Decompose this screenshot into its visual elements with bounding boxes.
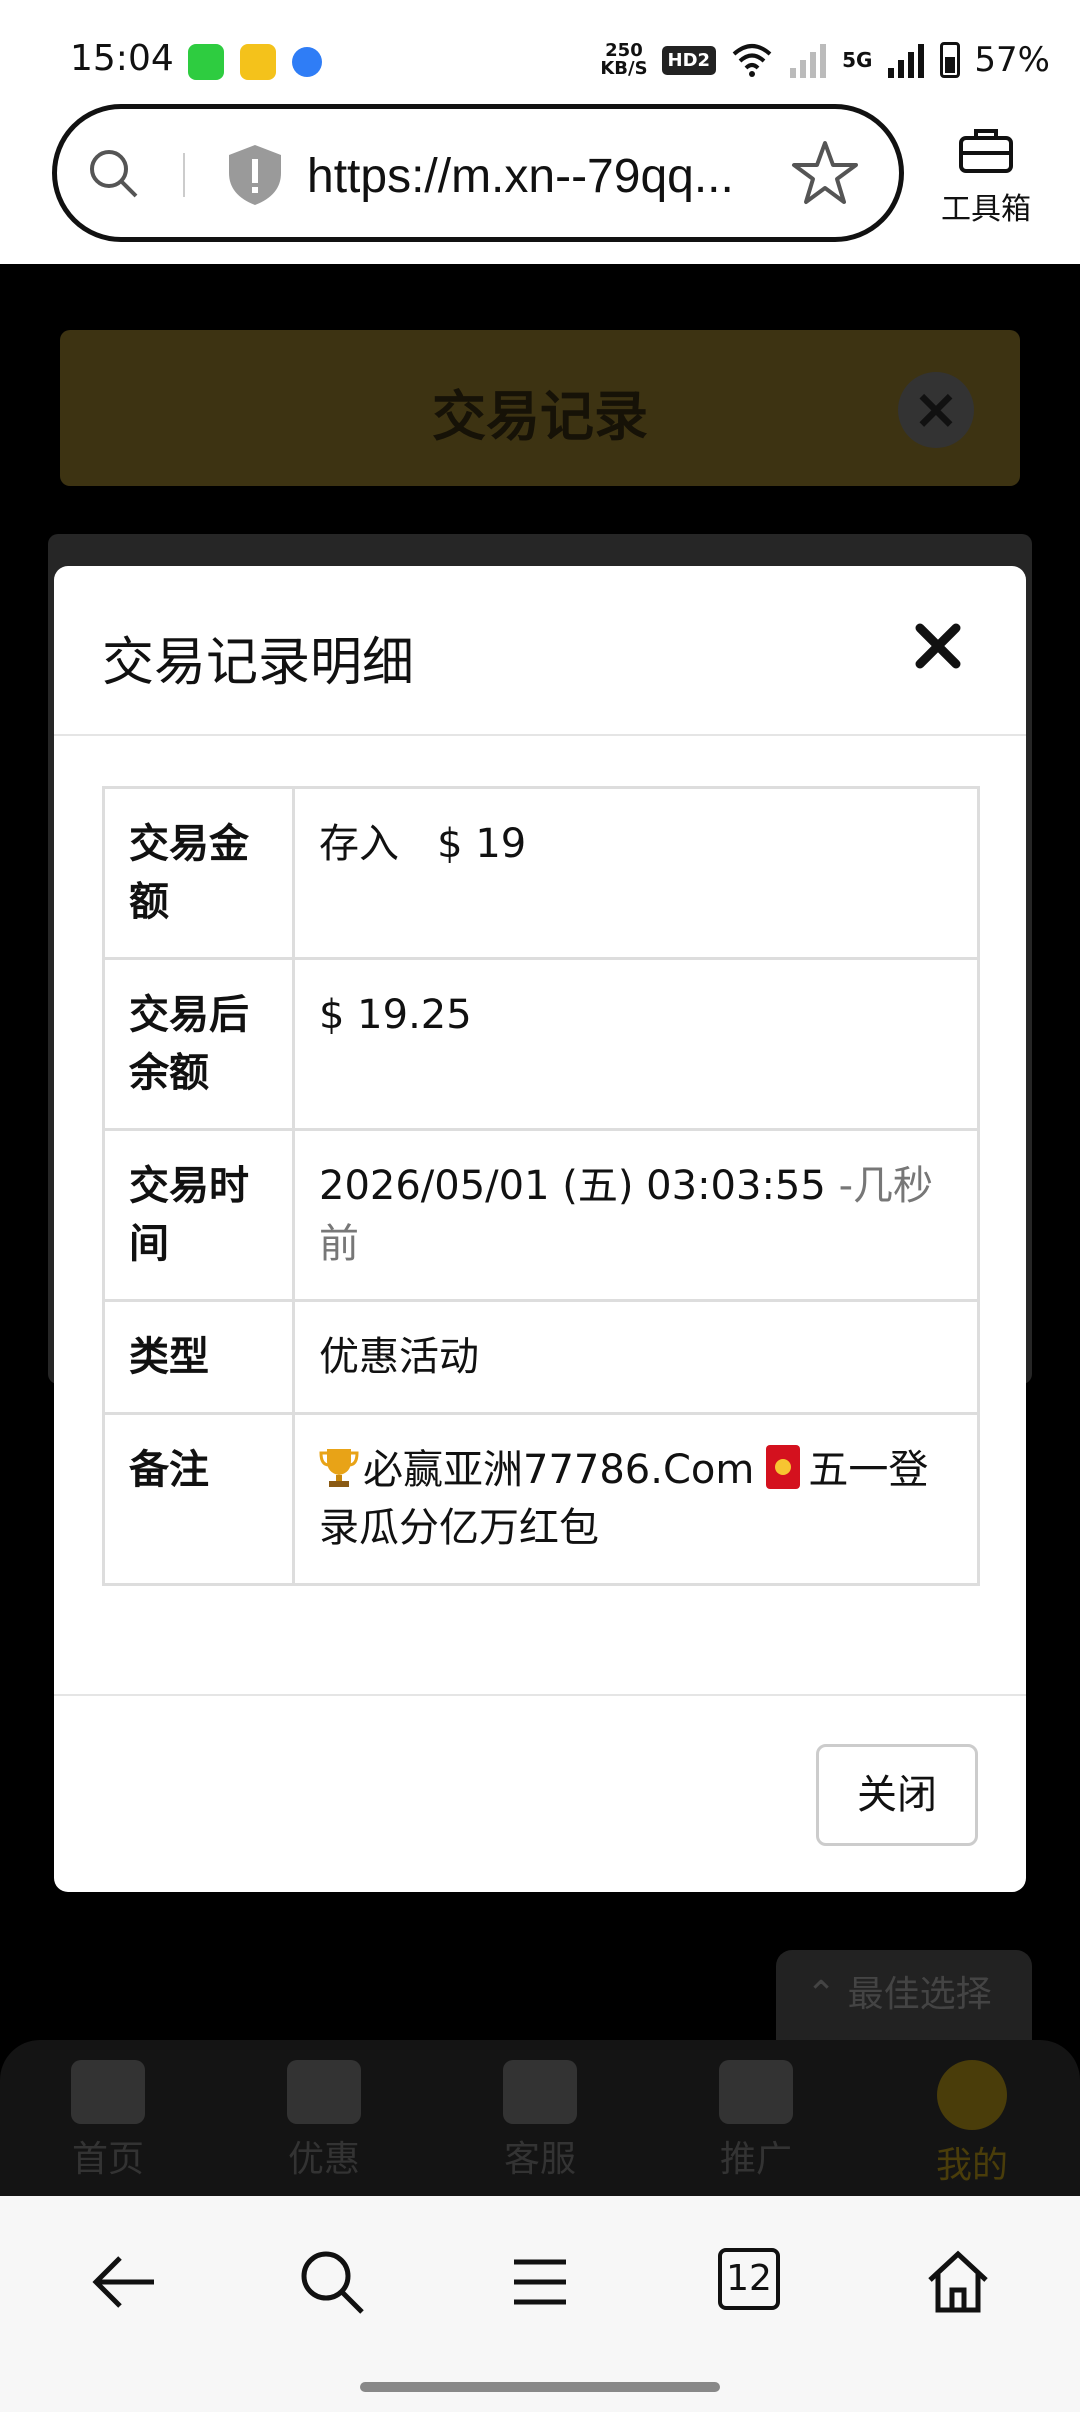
table-row: 备注 必赢亚洲77786.Com 五一登录瓜分亿万红包 — [102, 1412, 980, 1586]
toolbox-button[interactable]: 工具箱 — [936, 126, 1036, 228]
browser-bottom-bar: 12 — [0, 2196, 1080, 2412]
status-time: 15:04 — [70, 38, 174, 79]
modal-footer: 关闭 — [54, 1694, 1026, 1892]
wifi-icon — [732, 44, 772, 77]
battery-icon — [940, 42, 961, 78]
address-bar[interactable]: https://m.xn--79qq... — [52, 104, 904, 242]
nav-item-support: 客服 — [432, 2040, 648, 2196]
home-icon[interactable] — [922, 2246, 994, 2318]
network-type: 5G — [842, 48, 873, 72]
bookmark-star-icon[interactable] — [791, 139, 859, 207]
table-row: 交易后余额 $ 19.25 — [102, 957, 980, 1131]
note-value: 必赢亚洲77786.Com 五一登录瓜分亿万红包 — [292, 1412, 980, 1586]
user-icon — [937, 2060, 1007, 2130]
table-row: 类型 优惠活动 — [102, 1299, 980, 1415]
status-bar: 15:04 250 KB/S HD2 5G 57% — [0, 0, 1080, 96]
home-indicator — [360, 2382, 720, 2392]
balance-value: $ 19.25 — [292, 957, 980, 1131]
divider — [183, 153, 185, 197]
search-icon[interactable] — [87, 147, 139, 199]
table-row: 交易时间 2026/05/01 (五) 03:03:55 -几秒前 — [102, 1128, 980, 1302]
shield-warning-icon[interactable] — [225, 143, 285, 207]
signal-strong-icon — [888, 44, 925, 78]
add-user-icon — [719, 2060, 793, 2124]
balance-label: 交易后余额 — [102, 957, 295, 1131]
toolbox-label: 工具箱 — [941, 192, 1031, 227]
back-arrow-icon[interactable] — [88, 2246, 160, 2318]
gift-icon — [287, 2060, 361, 2124]
nav-item-mine: 我的 — [864, 2040, 1080, 2196]
home-icon — [71, 2060, 145, 2124]
trophy-icon — [319, 1449, 359, 1487]
time-value: 2026/05/01 (五) 03:03:55 -几秒前 — [292, 1128, 980, 1302]
best-choice-tab: ⌃ 最佳选择 — [776, 1950, 1032, 2040]
network-speed: 250 KB/S — [600, 40, 648, 79]
search-icon[interactable] — [296, 2246, 368, 2318]
page-title: 交易记录 — [432, 385, 648, 448]
browser-top-bar: https://m.xn--79qq... 工具箱 — [0, 96, 1080, 264]
menu-icon[interactable] — [504, 2246, 576, 2318]
page-header: 交易记录 × — [60, 330, 1020, 486]
red-envelope-icon — [766, 1445, 801, 1489]
type-label: 类型 — [102, 1299, 295, 1415]
modal-header: 交易记录明细 — [54, 566, 1026, 736]
transaction-detail-modal: 交易记录明细 交易金额 存入 $ 19 交易后余额 $ 19.25 交易时间 2… — [54, 566, 1026, 1892]
nav-item-referral: 推广 — [648, 2040, 864, 2196]
close-button[interactable]: 关闭 — [816, 1744, 978, 1846]
status-indicators: 250 KB/S HD2 5G 57% — [600, 40, 1050, 80]
note-label: 备注 — [102, 1412, 295, 1586]
nav-item-home: 首页 — [0, 2040, 216, 2196]
headset-icon — [503, 2060, 577, 2124]
type-value: 优惠活动 — [292, 1299, 980, 1415]
modal-title: 交易记录明细 — [102, 633, 415, 693]
detail-table: 交易金额 存入 $ 19 交易后余额 $ 19.25 交易时间 2026/05/… — [102, 786, 980, 1586]
table-row: 交易金额 存入 $ 19 — [102, 786, 980, 960]
time-label: 交易时间 — [102, 1128, 295, 1302]
toolbox-icon — [959, 129, 1013, 173]
app-notification-icon — [188, 44, 224, 80]
close-icon[interactable] — [908, 616, 968, 676]
app-notification-icon — [292, 47, 322, 77]
amount-label: 交易金额 — [102, 786, 295, 960]
nav-item-promo: 优惠 — [216, 2040, 432, 2196]
close-icon: × — [898, 372, 974, 448]
signal-weak-icon — [790, 44, 827, 78]
battery-percent: 57% — [974, 40, 1050, 80]
tabs-button[interactable]: 12 — [718, 2248, 780, 2310]
amount-value: 存入 $ 19 — [292, 786, 980, 960]
url-text[interactable]: https://m.xn--79qq... — [307, 149, 734, 204]
hd-voice-icon: HD2 — [661, 45, 717, 75]
app-notification-icon — [240, 44, 276, 80]
bottom-nav: 首页 优惠 客服 推广 我的 — [0, 2040, 1080, 2196]
